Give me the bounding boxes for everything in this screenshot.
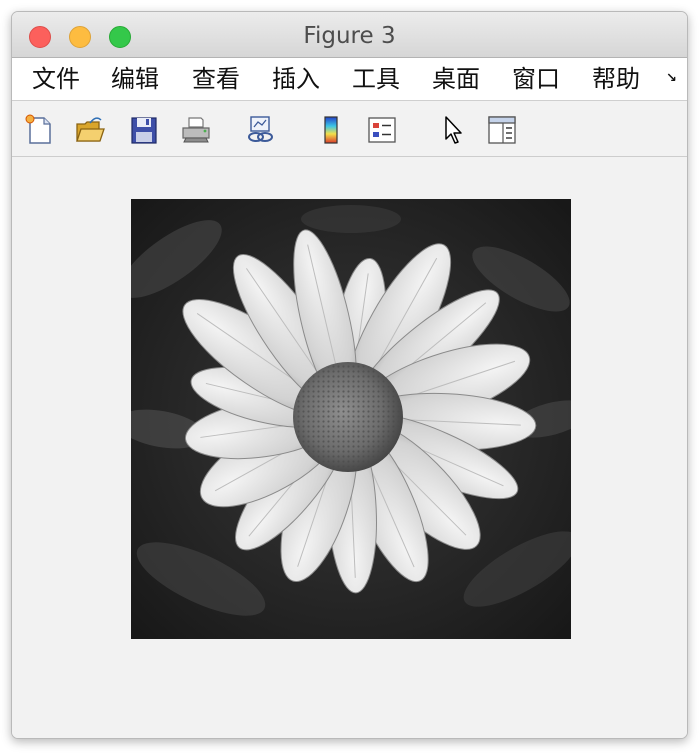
menu-view[interactable]: 查看 (192, 64, 240, 94)
menu-help[interactable]: 帮助 (592, 64, 640, 94)
open-property-inspector-icon[interactable] (486, 114, 518, 146)
figure-toolbar (12, 101, 687, 157)
figure-window: Figure 3 文件 编辑 查看 插入 工具 桌面 窗口 帮助 ↘ (11, 11, 688, 739)
edit-plot-cursor-icon[interactable] (437, 114, 469, 146)
link-plot-icon[interactable] (245, 114, 277, 146)
daisy-image (131, 199, 571, 639)
window-title: Figure 3 (303, 23, 396, 49)
new-figure-icon[interactable] (23, 114, 55, 146)
menu-overflow-icon[interactable]: ↘ (666, 72, 680, 86)
insert-legend-icon[interactable] (366, 114, 398, 146)
insert-colorbar-icon[interactable] (315, 114, 347, 146)
title-bar[interactable]: Figure 3 (12, 12, 687, 58)
figure-canvas (12, 157, 687, 738)
menu-insert[interactable]: 插入 (272, 64, 320, 94)
menu-desktop[interactable]: 桌面 (432, 64, 480, 94)
open-file-icon[interactable] (74, 114, 106, 146)
print-figure-icon[interactable] (180, 114, 212, 146)
menu-tools[interactable]: 工具 (352, 64, 400, 94)
menu-window[interactable]: 窗口 (512, 64, 560, 94)
menu-bar: 文件 编辑 查看 插入 工具 桌面 窗口 帮助 ↘ (12, 58, 687, 101)
menu-edit[interactable]: 编辑 (111, 64, 159, 94)
save-figure-icon[interactable] (128, 114, 160, 146)
menu-file[interactable]: 文件 (32, 64, 80, 94)
